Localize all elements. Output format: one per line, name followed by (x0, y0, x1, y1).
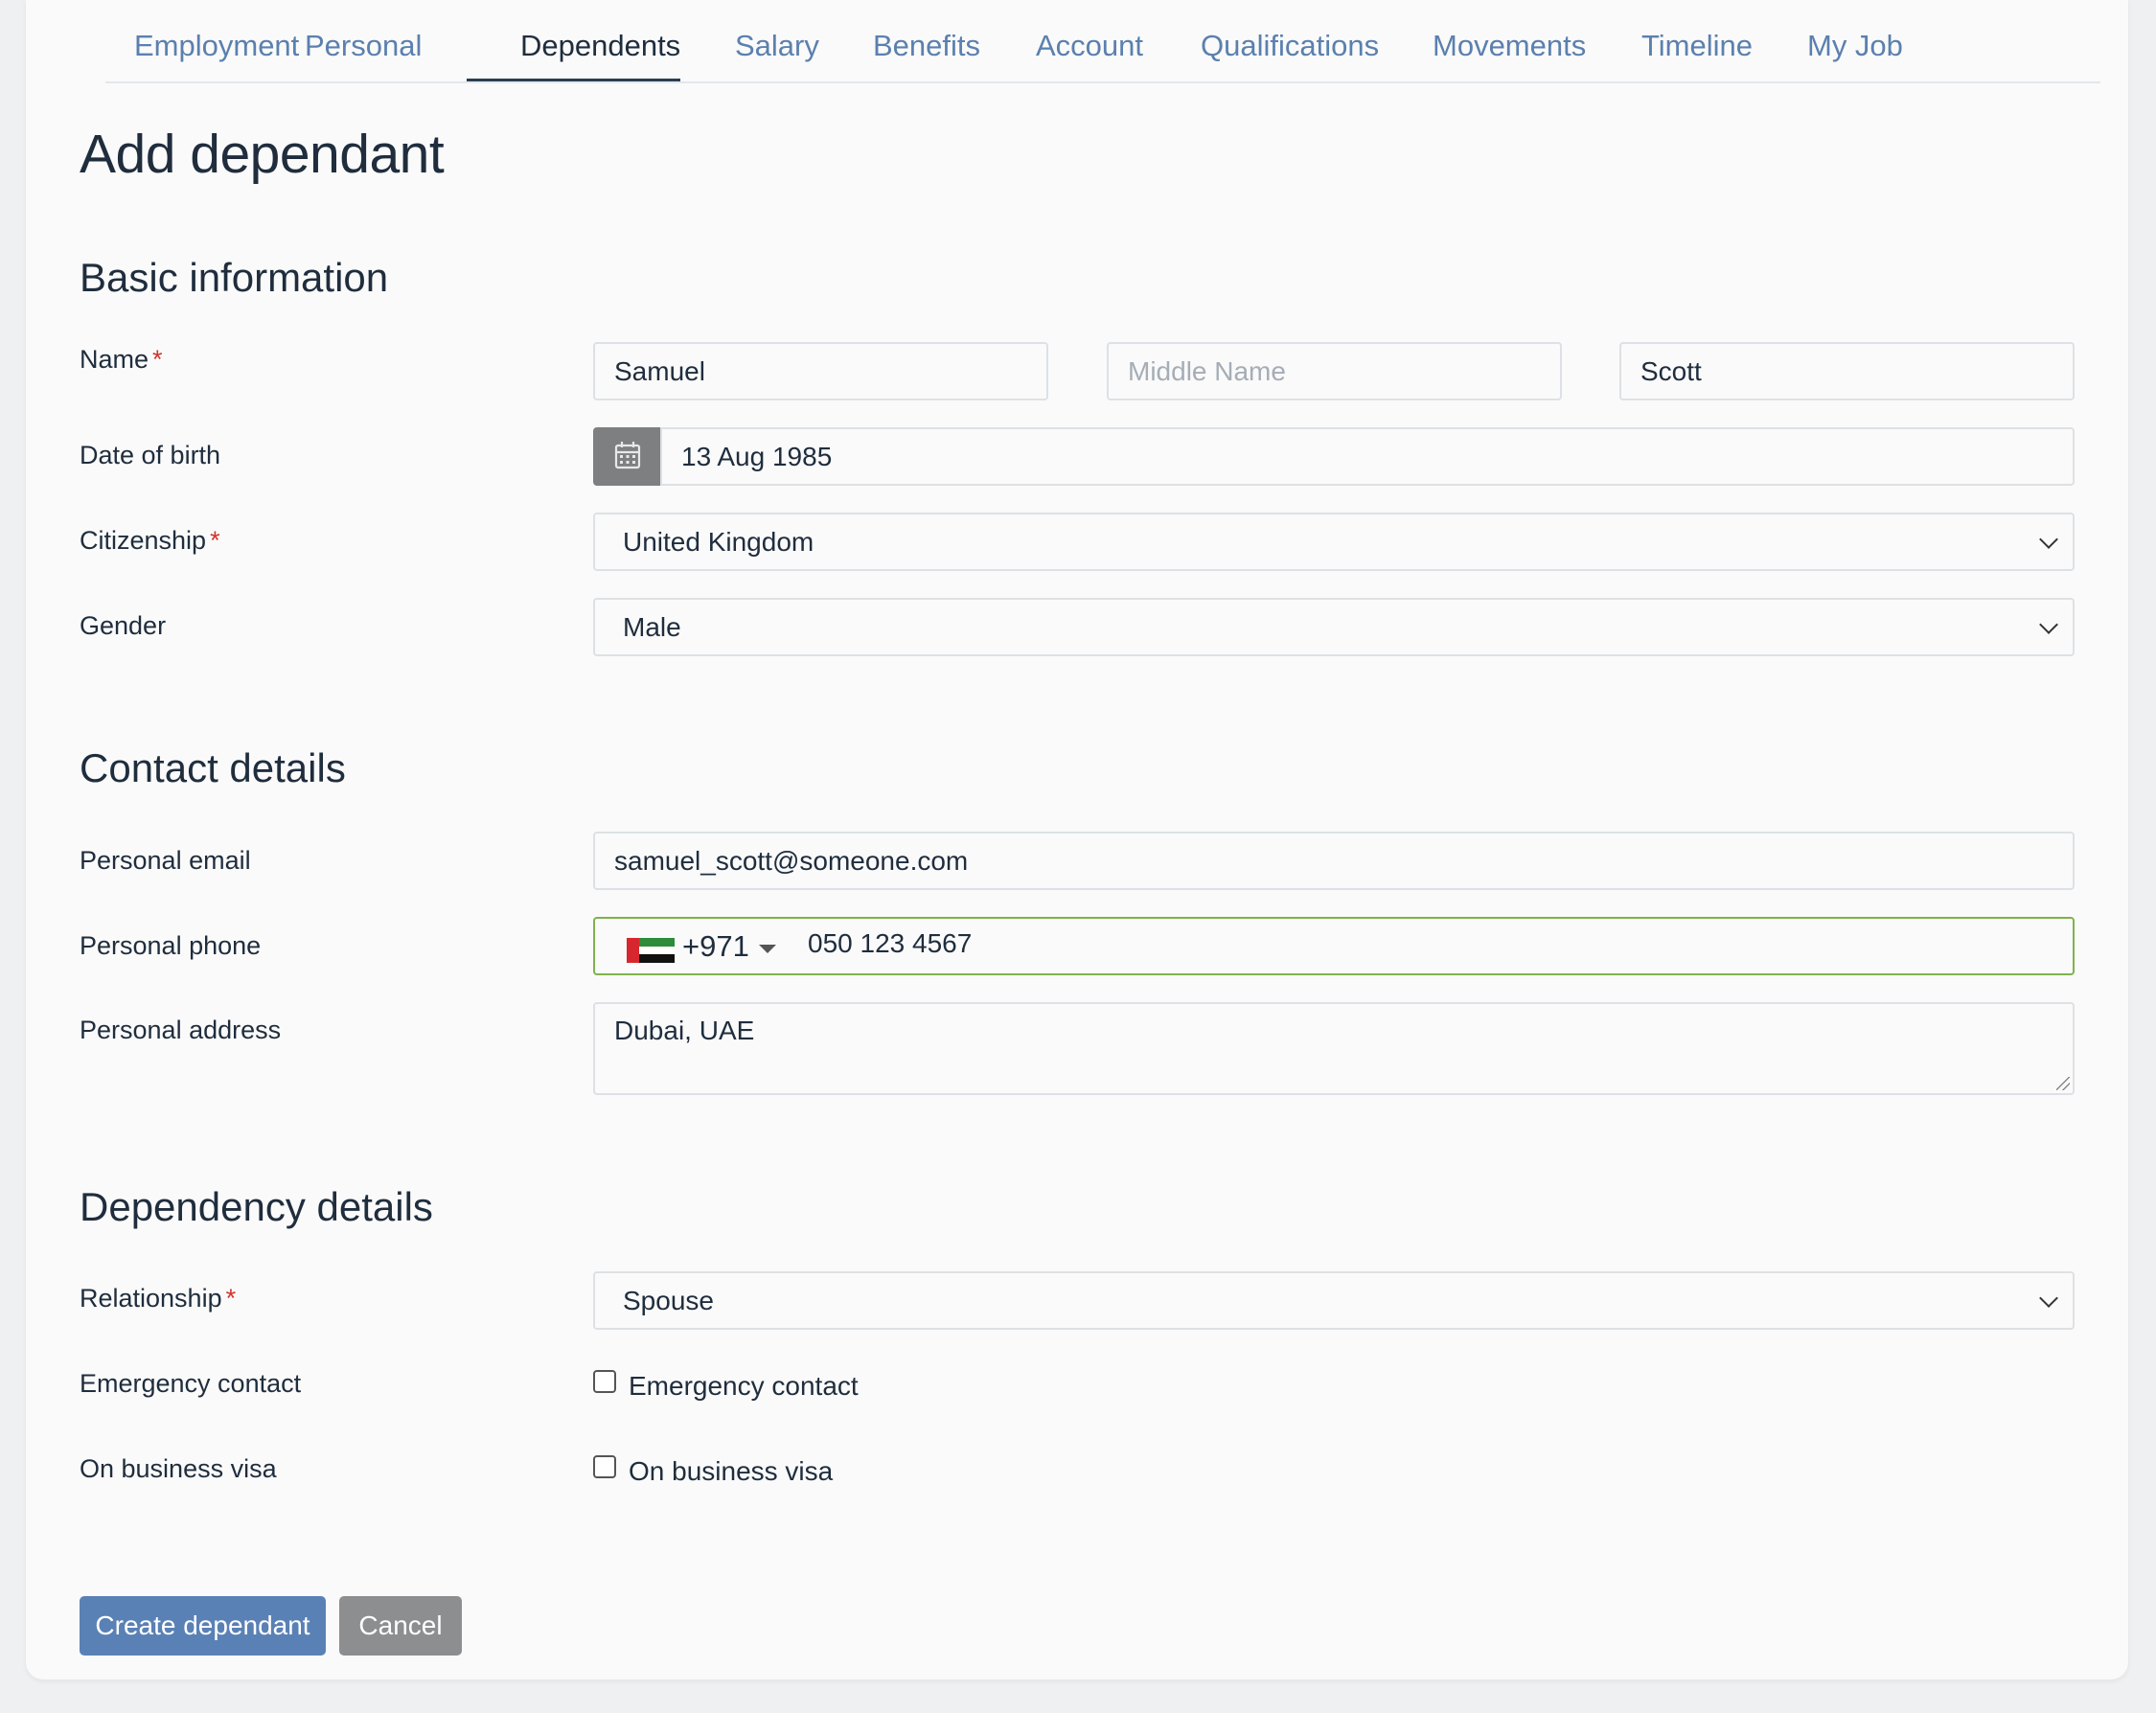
tab-my-job[interactable]: My Job (1807, 29, 1903, 63)
email-label: Personal email (80, 846, 251, 875)
chevron-down-icon (2039, 530, 2058, 549)
first-name-input[interactable]: Samuel (593, 342, 1048, 400)
uae-flag-icon[interactable] (627, 938, 675, 963)
tab-salary[interactable]: Salary (735, 29, 819, 63)
tab-account[interactable]: Account (1036, 29, 1143, 63)
active-tab-indicator (467, 79, 680, 81)
relationship-label: Relationship * (80, 1284, 236, 1313)
create-dependant-button[interactable]: Create dependant (80, 1596, 326, 1656)
tab-movements[interactable]: Movements (1433, 29, 1586, 63)
cancel-button[interactable]: Cancel (339, 1596, 462, 1656)
calendar-button[interactable] (593, 427, 661, 486)
citizenship-label-text: Citizenship (80, 526, 207, 555)
tab-timeline[interactable]: Timeline (1641, 29, 1753, 63)
address-value: Dubai, UAE (614, 1016, 755, 1045)
chevron-down-icon (2039, 615, 2058, 634)
tab-qualifications[interactable]: Qualifications (1201, 29, 1379, 63)
phone-dial-code[interactable]: +971 (682, 929, 749, 964)
relationship-value: Spouse (623, 1286, 714, 1315)
tab-employment[interactable]: Employment (134, 29, 299, 63)
page-title: Add dependant (80, 124, 445, 185)
gender-value: Male (623, 612, 681, 642)
middle-name-input[interactable]: Middle Name (1107, 342, 1562, 400)
emergency-contact-label: Emergency contact (80, 1369, 302, 1398)
caret-down-icon[interactable] (759, 945, 776, 953)
calendar-icon (614, 442, 641, 469)
tab-personal[interactable]: Personal (305, 29, 422, 63)
name-label-text: Name (80, 345, 149, 374)
dob-input[interactable]: 13 Aug 1985 (660, 427, 2075, 486)
section-dependency-details: Dependency details (80, 1184, 433, 1229)
tab-benefits[interactable]: Benefits (873, 29, 980, 63)
phone-input[interactable]: +971 050 123 4567 (593, 917, 2075, 975)
citizenship-label: Citizenship * (80, 526, 220, 556)
section-basic-information: Basic information (80, 255, 389, 300)
required-marker: * (152, 345, 163, 374)
last-name-input[interactable]: Scott (1619, 342, 2075, 400)
email-input[interactable]: samuel_scott@someone.com (593, 832, 2075, 890)
gender-label: Gender (80, 611, 167, 640)
emergency-contact-checkbox[interactable] (593, 1370, 616, 1393)
address-textarea[interactable]: Dubai, UAE (593, 1002, 2075, 1095)
citizenship-value: United Kingdom (623, 527, 814, 557)
phone-label: Personal phone (80, 931, 262, 960)
citizenship-select[interactable]: United Kingdom (593, 513, 2075, 571)
business-visa-label: On business visa (80, 1454, 277, 1483)
resize-handle-icon[interactable] (2056, 1077, 2070, 1090)
chevron-down-icon (2039, 1289, 2058, 1308)
phone-number[interactable]: 050 123 4567 (808, 928, 972, 959)
required-marker: * (225, 1284, 237, 1313)
business-visa-checkbox[interactable] (593, 1455, 616, 1478)
name-label: Name * (80, 345, 163, 375)
relationship-label-text: Relationship (80, 1284, 222, 1313)
tab-dependents[interactable]: Dependents (520, 29, 680, 63)
tab-bar: Employment Personal Dependents Salary Be… (105, 0, 2100, 83)
relationship-select[interactable]: Spouse (593, 1271, 2075, 1330)
address-label: Personal address (80, 1016, 282, 1044)
gender-select[interactable]: Male (593, 598, 2075, 656)
business-visa-checkbox-label[interactable]: On business visa (629, 1456, 833, 1487)
section-contact-details: Contact details (80, 745, 346, 790)
emergency-contact-checkbox-label[interactable]: Emergency contact (629, 1371, 859, 1402)
dob-label: Date of birth (80, 441, 221, 469)
required-marker: * (210, 526, 220, 555)
